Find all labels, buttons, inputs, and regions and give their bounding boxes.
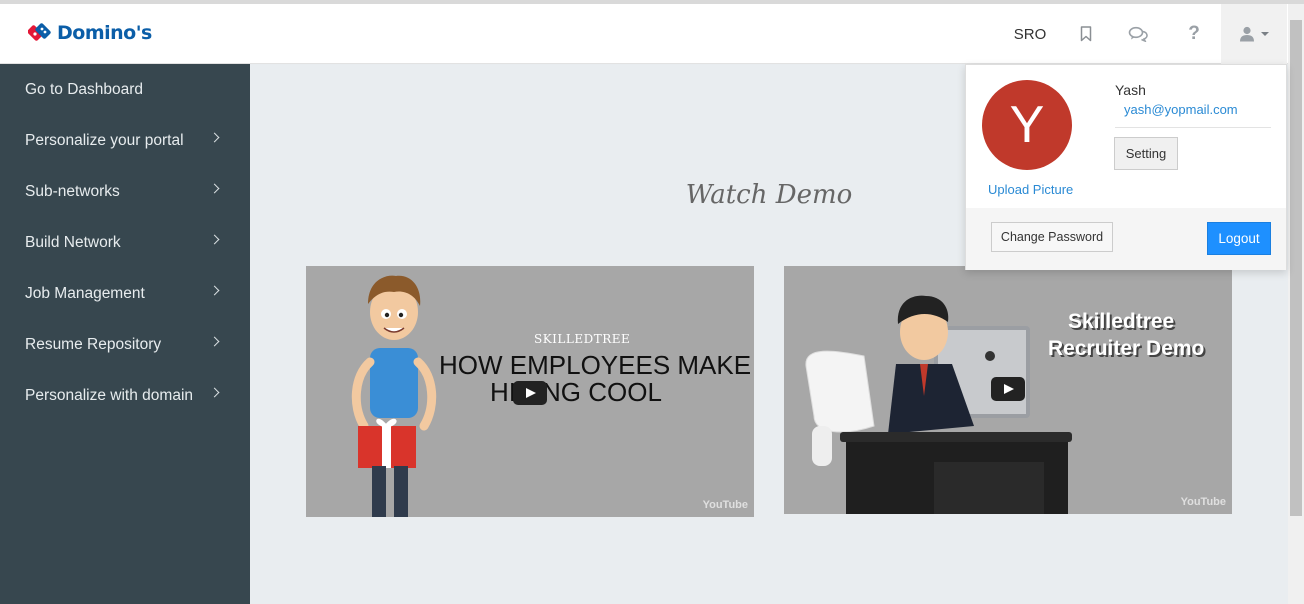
upload-picture-link[interactable]: Upload Picture: [988, 182, 1073, 197]
chevron-right-icon: [209, 234, 220, 245]
youtube-watermark[interactable]: YouTube: [1181, 496, 1226, 508]
sidebar-item-label: Personalize with domain: [25, 386, 194, 404]
sidebar-item-label: Resume Repository: [25, 335, 162, 353]
help-button[interactable]: ?: [1176, 4, 1212, 64]
user-name: Yash: [1115, 82, 1146, 98]
chevron-right-icon: [209, 387, 220, 398]
sidebar: Go to Dashboard Personalize your portal …: [0, 64, 250, 604]
demo-video-employees[interactable]: SKILLEDTREE HOW EMPLOYEES MAKE HIRING CO…: [306, 266, 754, 517]
caret-down-icon: [1260, 32, 1269, 36]
sidebar-item-personalize-domain[interactable]: Personalize with domain: [0, 370, 250, 421]
bookmark-icon: [1080, 26, 1092, 42]
sidebar-item-build-network[interactable]: Build Network: [0, 217, 250, 268]
sidebar-item-job-management[interactable]: Job Management: [0, 268, 250, 319]
user-dropdown-footer: Change Password Logout: [966, 208, 1286, 270]
dominos-logo-icon: [28, 23, 51, 41]
logo-text: Domino's: [57, 22, 152, 44]
scrollbar-thumb[interactable]: [1290, 20, 1302, 516]
bookmark-button[interactable]: [1068, 4, 1104, 64]
sidebar-item-dashboard[interactable]: Go to Dashboard: [0, 64, 250, 115]
dominos-logo[interactable]: Domino's: [28, 18, 152, 48]
user-dropdown-menu: Y Upload Picture Yash yash@yopmail.com S…: [965, 64, 1287, 270]
divider: [1115, 127, 1271, 128]
sidebar-item-personalize-portal[interactable]: Personalize your portal: [0, 115, 250, 166]
play-button-icon[interactable]: [991, 377, 1025, 401]
demo-video-recruiter[interactable]: Skilledtree Recruiter Demo YouTube: [784, 266, 1232, 514]
setting-button[interactable]: Setting: [1114, 137, 1178, 170]
cartoon-recruiter-desk-illustration: [805, 295, 1072, 514]
sidebar-item-sub-networks[interactable]: Sub-networks: [0, 166, 250, 217]
avatar: Y: [982, 80, 1072, 170]
sidebar-item-resume-repository[interactable]: Resume Repository: [0, 319, 250, 370]
chevron-right-icon: [209, 183, 220, 194]
sidebar-item-label: Sub-networks: [25, 182, 120, 200]
video-title-line-2: Recruiter Demo: [1048, 337, 1205, 360]
messages-button[interactable]: [1120, 4, 1156, 64]
sidebar-item-label: Go to Dashboard: [25, 80, 144, 98]
logout-button[interactable]: Logout: [1207, 222, 1271, 255]
video-brand: SKILLEDTREE: [534, 332, 631, 346]
user-icon: [1239, 26, 1254, 42]
help-icon: ?: [1188, 23, 1200, 44]
play-button-icon[interactable]: [513, 381, 547, 405]
sidebar-item-label: Job Management: [25, 284, 145, 302]
page-scrollbar[interactable]: [1288, 4, 1304, 604]
chevron-right-icon: [209, 132, 220, 143]
top-header: Domino's SRO ?: [0, 4, 1288, 64]
chevron-right-icon: [209, 336, 220, 347]
youtube-watermark[interactable]: YouTube: [703, 499, 748, 511]
video-title-line-1: Skilledtree: [1068, 310, 1175, 333]
sidebar-item-label: Build Network: [25, 233, 121, 251]
user-email[interactable]: yash@yopmail.com: [1124, 102, 1238, 117]
user-menu-toggle[interactable]: [1221, 4, 1287, 64]
chevron-right-icon: [209, 285, 220, 296]
org-switcher[interactable]: SRO: [1000, 4, 1060, 64]
cartoon-man-gift-illustration: [351, 275, 437, 517]
sidebar-item-label: Personalize your portal: [25, 131, 184, 149]
change-password-button[interactable]: Change Password: [991, 222, 1113, 252]
chat-icon: [1128, 26, 1148, 42]
